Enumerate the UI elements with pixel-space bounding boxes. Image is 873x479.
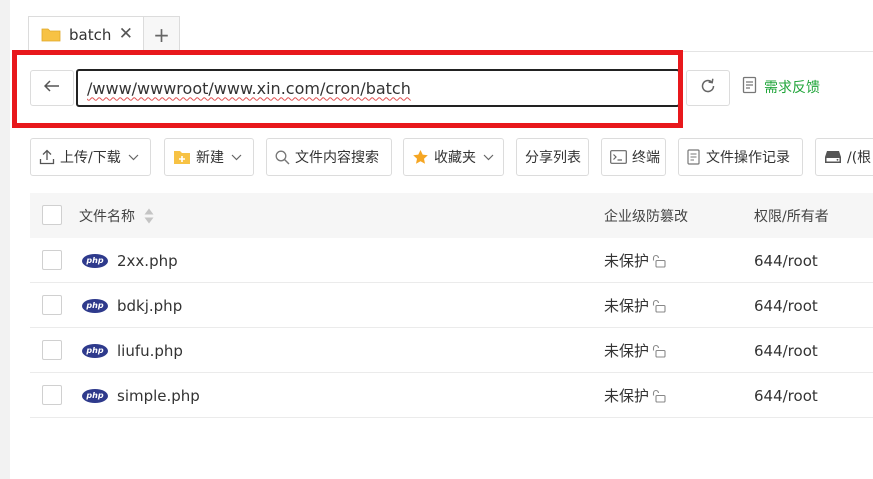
column-header-name[interactable]: 文件名称 [79,193,155,238]
protection-status: 未保护 [604,387,650,405]
column-header-protection[interactable]: 企业级防篡改 [604,193,688,238]
new-label: 新建 [196,150,224,166]
row-checkbox[interactable] [42,250,62,270]
file-name[interactable]: 2xx.php [117,252,178,270]
php-file-icon: php [82,298,108,313]
chevron-down-icon [231,154,242,161]
refresh-icon [699,77,717,99]
favorites-button[interactable]: 收藏夹 [403,138,504,176]
tab-bar: batch ✕ + [28,16,873,52]
add-tab-button[interactable]: + [144,16,180,52]
upload-icon [39,149,55,165]
protection-status: 未保护 [604,252,650,270]
feedback-label: 需求反馈 [764,80,820,96]
column-header-perm[interactable]: 权限/所有者 [754,193,829,238]
path-text: /www/wwwroot/www.xin.com/cron/batch [87,78,411,98]
favorites-label: 收藏夹 [434,150,476,166]
row-checkbox[interactable] [42,340,62,360]
search-icon [275,150,290,165]
new-button[interactable]: 新建 [164,138,254,176]
share-list-button[interactable]: 分享列表 [516,138,589,176]
table-row[interactable]: php 2xx.php 未保护 644/root [30,238,873,283]
document-edit-icon [742,76,758,98]
upload-download-button[interactable]: 上传/下载 [30,138,151,176]
protection-status: 未保护 [604,342,650,360]
terminal-button[interactable]: 终端 [601,138,666,176]
file-name[interactable]: bdkj.php [117,297,182,315]
content-search-button[interactable]: 文件内容搜索 [266,138,392,176]
operation-log-label: 文件操作记录 [706,150,790,166]
row-checkbox[interactable] [42,385,62,405]
file-name[interactable]: simple.php [117,387,200,405]
chevron-down-icon [128,154,139,161]
share-list-label: 分享列表 [525,150,581,166]
protection-status: 未保护 [604,297,650,315]
table-row[interactable]: php simple.php 未保护 644/root [30,373,873,418]
permission-owner[interactable]: 644/root [754,373,818,418]
close-icon[interactable]: ✕ [119,24,133,44]
star-icon [412,149,429,165]
content-search-label: 文件内容搜索 [295,150,379,166]
root-disk-button[interactable]: /(根 [815,138,873,176]
unlock-icon[interactable] [652,254,666,268]
table-row[interactable]: php liufu.php 未保护 644/root [30,328,873,373]
folder-icon [41,27,61,42]
tab-label: batch [69,25,112,44]
unlock-icon[interactable] [652,389,666,403]
log-document-icon [687,149,701,165]
permission-owner[interactable]: 644/root [754,283,818,328]
new-folder-icon [173,149,191,165]
row-checkbox[interactable] [42,295,62,315]
tab-batch[interactable]: batch ✕ [28,16,144,52]
root-disk-label: /(根 [847,150,872,166]
php-file-icon: php [82,343,108,358]
file-name[interactable]: liufu.php [117,342,183,360]
sort-icon[interactable] [143,207,155,225]
permission-owner[interactable]: 644/root [754,238,818,283]
php-file-icon: php [82,253,108,268]
back-button[interactable] [30,70,74,106]
disk-icon [824,150,842,164]
permission-owner[interactable]: 644/root [754,328,818,373]
table-row[interactable]: php bdkj.php 未保护 644/root [30,283,873,328]
arrow-left-icon [43,80,60,96]
left-panel-edge [0,0,10,479]
chevron-down-icon [483,154,494,161]
terminal-icon [610,150,627,164]
select-all-checkbox[interactable] [42,205,62,225]
refresh-button[interactable] [686,70,730,106]
unlock-icon[interactable] [652,299,666,313]
feedback-link[interactable]: 需求反馈 [742,76,820,98]
table-header: 文件名称 企业级防篡改 权限/所有者 [30,193,873,238]
unlock-icon[interactable] [652,344,666,358]
operation-log-button[interactable]: 文件操作记录 [678,138,803,176]
terminal-label: 终端 [632,150,660,166]
column-name-label: 文件名称 [79,208,135,225]
upload-download-label: 上传/下载 [60,150,121,166]
path-input[interactable]: /www/wwwroot/www.xin.com/cron/batch [76,69,680,107]
php-file-icon: php [82,388,108,403]
